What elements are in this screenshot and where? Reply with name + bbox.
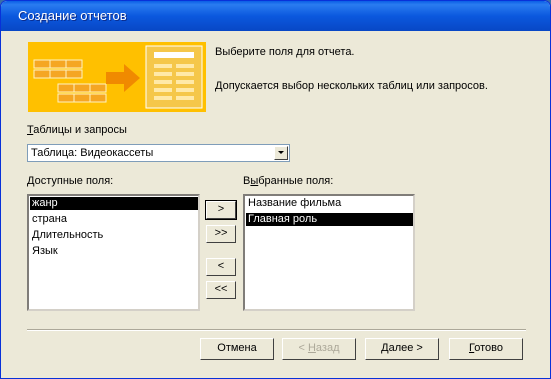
footer-separator — [27, 329, 526, 331]
window-title: Создание отчетов — [18, 8, 127, 23]
next-button[interactable]: Далее > — [365, 338, 439, 360]
tables-queries-label: Таблицы и запросы — [27, 124, 127, 136]
back-button[interactable]: < Назад — [282, 338, 356, 360]
finish-button[interactable]: Готово — [449, 338, 523, 360]
selected-fields-label: Выбранные поля: — [243, 175, 334, 187]
cancel-button[interactable]: Отмена — [200, 338, 274, 360]
selected-fields-list[interactable]: Название фильма Главная роль — [243, 194, 415, 311]
report-wizard-window: Создание отчетов Выберите поля для отчет… — [0, 0, 551, 379]
dropdown-arrow-icon[interactable] — [274, 146, 288, 160]
title-bar[interactable]: Создание отчетов — [1, 1, 550, 31]
wizard-body: Выберите поля для отчета. Допускается вы… — [4, 31, 547, 377]
add-one-field-button[interactable]: > — [205, 200, 237, 220]
intro-text-2: Допускается выбор нескольких таблиц или … — [215, 80, 488, 92]
wizard-banner-image — [28, 42, 206, 112]
list-item[interactable]: жанр — [30, 197, 198, 210]
combobox-value: Таблица: Видеокассеты — [31, 147, 154, 159]
add-all-fields-button[interactable]: >> — [206, 225, 236, 243]
list-item[interactable]: Длительность — [30, 229, 103, 242]
list-item[interactable]: Главная роль — [246, 213, 413, 226]
list-item[interactable]: Язык — [30, 245, 58, 258]
intro-text-1: Выберите поля для отчета. — [215, 46, 355, 58]
tables-queries-combobox[interactable]: Таблица: Видеокассеты — [27, 144, 290, 162]
available-fields-list[interactable]: жанр страна Длительность Язык — [27, 194, 200, 311]
list-item[interactable]: Название фильма — [246, 197, 341, 210]
list-item[interactable]: страна — [30, 213, 67, 226]
remove-all-fields-button[interactable]: << — [206, 281, 236, 299]
remove-one-field-button[interactable]: < — [206, 258, 236, 276]
available-fields-label: Доступные поля: — [27, 175, 114, 187]
